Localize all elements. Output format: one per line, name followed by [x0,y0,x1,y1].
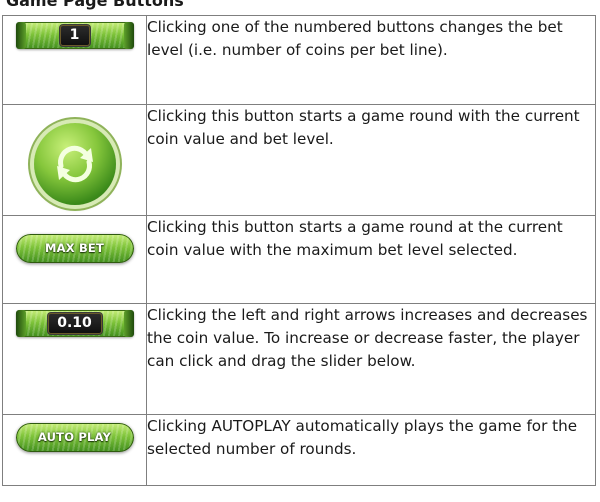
description-cell: Clicking this button starts a game round… [146,104,596,216]
table-row: MAX BET Clicking this button starts a ga… [2,215,596,304]
right-arrow-icon [123,310,134,337]
coin-value-button: 0.10 [15,310,134,337]
section-heading: Game Page Buttons [6,0,184,10]
table-row: AUTO PLAY Clicking AUTOPLAY automaticall… [2,414,596,486]
icon-cell [2,104,147,216]
icon-cell: 1 [2,15,147,105]
table-row: 1 Clicking one of the numbered buttons c… [2,15,596,105]
table-row: 0.10 Clicking the left and right arrows … [2,303,596,415]
coin-value: 0.10 [47,313,102,334]
left-arrow-icon [15,310,26,337]
description-cell: Clicking AUTOPLAY automatically plays th… [146,414,596,486]
description-cell: Clicking this button starts a game round… [146,215,596,304]
bet-level-button: 1 [15,22,134,49]
spin-arrows-icon [56,145,93,183]
autoplay-button: AUTO PLAY [15,423,134,452]
description-cell: Clicking one of the numbered buttons cha… [146,15,596,105]
max-bet-button: MAX BET [15,234,134,263]
left-arrow-icon [15,22,26,49]
icon-cell: AUTO PLAY [2,414,147,486]
icon-cell: 0.10 [2,303,147,415]
table-row: Clicking this button starts a game round… [2,104,596,216]
right-arrow-icon [123,22,134,49]
bet-level-value: 1 [59,25,90,46]
buttons-table: 1 Clicking one of the numbered buttons c… [2,15,596,486]
spin-button [33,123,116,205]
icon-cell: MAX BET [2,215,147,304]
description-cell: Clicking the left and right arrows incre… [146,303,596,415]
